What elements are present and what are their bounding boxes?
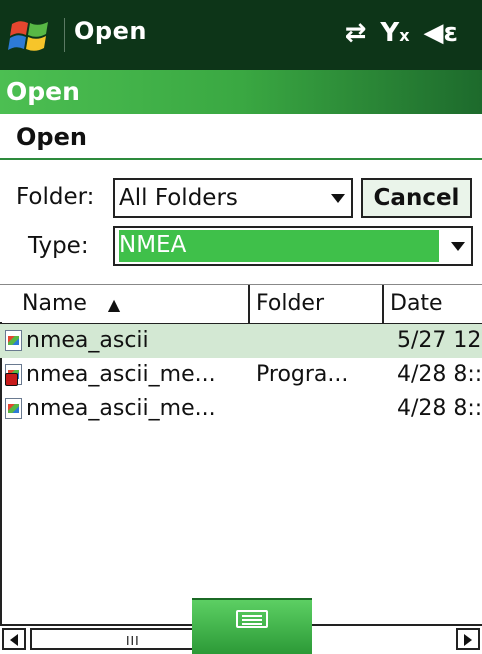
sort-ascending-icon: ▲	[107, 295, 121, 314]
connectivity-icon[interactable]: ⇄	[345, 18, 367, 48]
table-row[interactable]: nmea_ascii 5/27 12	[0, 324, 482, 358]
file-name: nmea_ascii	[26, 328, 149, 353]
keyboard-icon	[236, 610, 268, 628]
type-label: Type:	[28, 233, 89, 259]
scrollbar-grip: III	[126, 634, 140, 648]
speaker-muted-icon[interactable]: ◀ɛ	[424, 18, 458, 48]
title-bar-text: Open	[6, 77, 80, 106]
column-header-date[interactable]: Date	[384, 285, 482, 323]
table-row[interactable]: nmea_ascii_me... Progra... 4/28 8::	[0, 358, 482, 392]
arrow-left-icon	[10, 634, 18, 646]
windows-flag-icon[interactable]	[8, 14, 52, 58]
column-header-folder[interactable]: Folder	[250, 285, 382, 323]
file-date: 5/27 12	[397, 328, 482, 353]
column-header-row: Name ▲ Folder Date	[0, 284, 482, 325]
dialog-header: Open	[0, 114, 482, 160]
arrow-right-icon	[464, 634, 472, 646]
column-header-name[interactable]: Name ▲	[16, 285, 248, 323]
status-title: Open	[74, 17, 147, 45]
folder-label: Folder:	[16, 184, 95, 210]
type-value: NMEA	[119, 232, 187, 258]
file-name: nmea_ascii_me...	[26, 396, 216, 421]
scroll-right-button[interactable]	[456, 628, 480, 650]
table-row[interactable]: nmea_ascii_me... 4/28 8::	[0, 392, 482, 426]
signal-off-icon[interactable]: Yx	[380, 18, 409, 48]
type-select[interactable]: NMEA	[113, 226, 473, 266]
document-shortcut-icon	[5, 364, 22, 386]
folder-value: All Folders	[119, 185, 238, 211]
document-icon	[5, 398, 22, 419]
status-bar: Open ⇄ Yx ◀ɛ	[0, 0, 482, 70]
file-folder: Progra...	[256, 362, 349, 387]
chevron-down-icon	[451, 242, 465, 251]
scroll-left-button[interactable]	[2, 628, 26, 650]
folder-select[interactable]: All Folders	[113, 178, 353, 218]
file-date: 4/28 8::	[397, 362, 482, 387]
status-separator	[64, 18, 65, 52]
status-icons: ⇄ Yx ◀ɛ	[345, 18, 458, 48]
document-icon	[5, 330, 22, 351]
chevron-down-icon	[331, 194, 345, 203]
cancel-button[interactable]: Cancel	[361, 178, 472, 218]
file-date: 4/28 8::	[397, 396, 482, 421]
file-name: nmea_ascii_me...	[26, 362, 216, 387]
title-bar: Open	[0, 70, 482, 114]
dialog-title: Open	[16, 123, 87, 151]
soft-keyboard-button[interactable]	[192, 598, 312, 654]
column-header-name-label: Name	[22, 291, 87, 316]
